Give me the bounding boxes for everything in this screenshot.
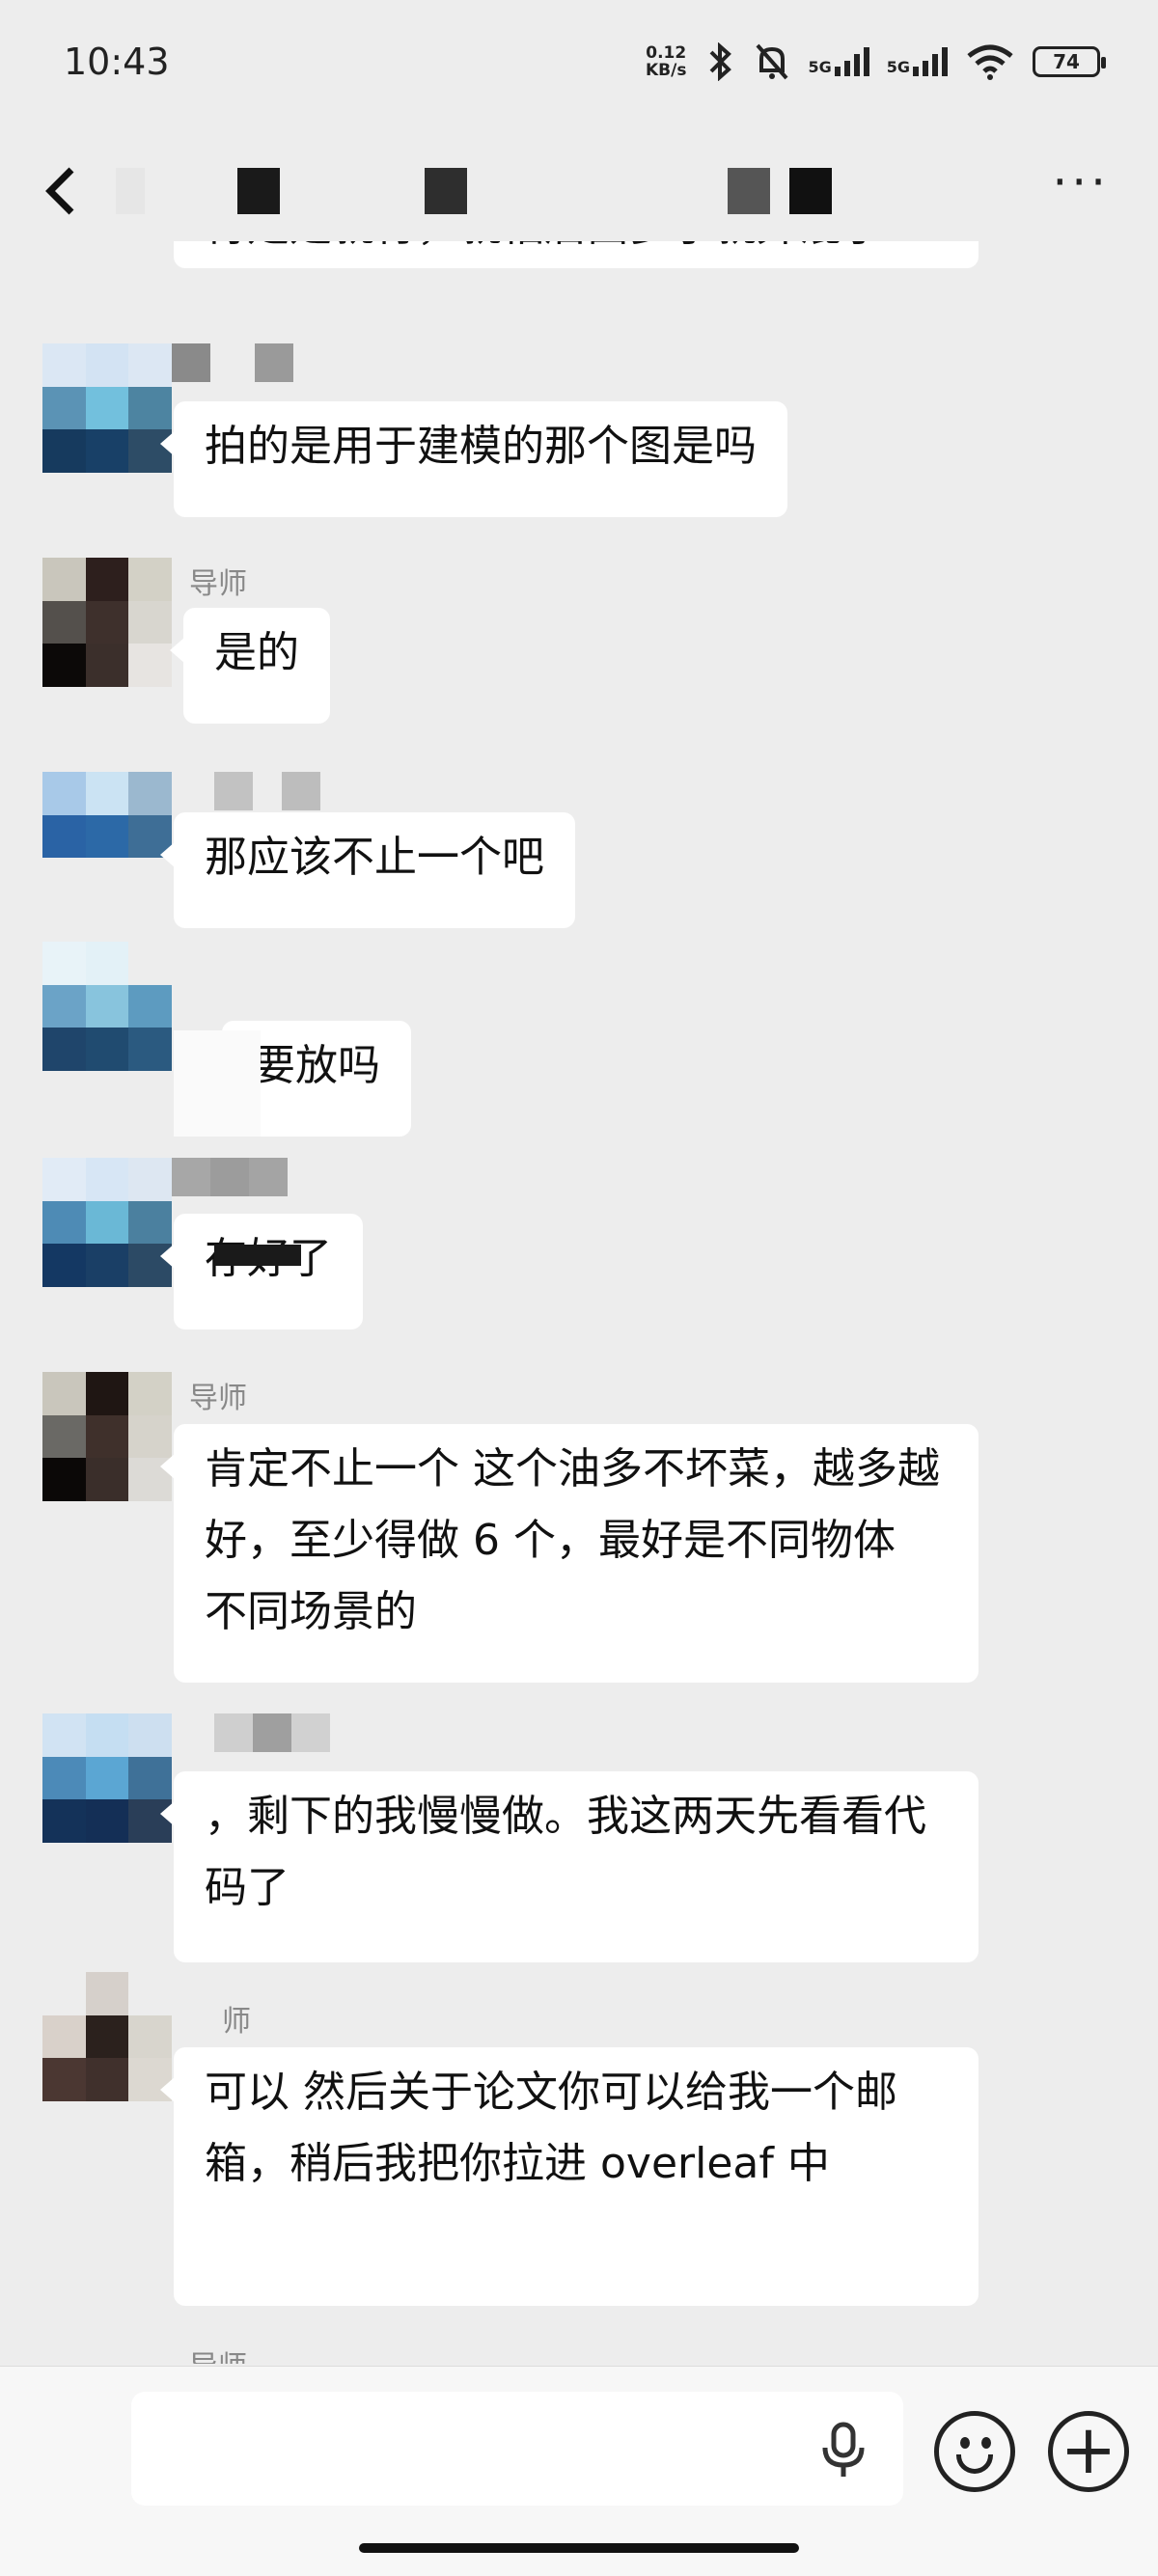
message-bubble[interactable]: ，剩下的我慢慢做。我这两天先看看代码了: [160, 1771, 979, 1962]
message-text: ，剩下的我慢慢做。我这两天先看看代码了: [205, 1792, 926, 1912]
net-speed-value: 0.12: [646, 43, 687, 63]
message-text: 可以 然后关于论文你可以给我一个邮箱，稍后我把你拉进 overleaf 中: [205, 2068, 897, 2188]
title-block: [280, 168, 425, 214]
net-speed: 0.12 KB/s: [646, 44, 686, 79]
avatar[interactable]: [42, 1372, 172, 1501]
chat-messages[interactable]: 肯定是就行，就怕后面多了就弄混了 拍的是用于建模的那个图是吗 导师 是的 那应该…: [0, 241, 1158, 2364]
bluetooth-icon: [710, 42, 732, 81]
avatar[interactable]: [42, 1972, 172, 2101]
avatar[interactable]: [42, 1713, 172, 1843]
pixelated-mask: [174, 1030, 261, 1137]
chat-header: ···: [0, 145, 1158, 241]
avatar[interactable]: [42, 1158, 172, 1287]
sender-name-pixelated: [214, 772, 320, 810]
signal-bars-icon: [834, 47, 869, 76]
sender-name: 导师: [189, 2343, 247, 2364]
signal-2-label: 5G: [886, 58, 910, 76]
emoji-icon[interactable]: [934, 2411, 1015, 2492]
title-block: [425, 168, 467, 214]
title-block: [789, 168, 832, 214]
message-bubble[interactable]: 是的: [170, 608, 330, 724]
sender-name: 导师: [189, 567, 247, 601]
chat-title-pixelated: [116, 168, 832, 214]
avatar[interactable]: [42, 772, 172, 901]
message-bubble[interactable]: 可以 然后关于论文你可以给我一个邮箱，稍后我把你拉进 overleaf 中: [160, 2047, 979, 2306]
signal-1: 5G: [808, 47, 869, 76]
battery-indicator: 74: [1033, 46, 1106, 77]
message-bubble[interactable]: 拍的是用于建模的那个图是吗: [160, 401, 787, 517]
home-indicator[interactable]: [359, 2543, 799, 2553]
back-arrow-icon: [45, 167, 74, 215]
net-speed-unit: KB/s: [646, 61, 687, 80]
title-block: [116, 168, 145, 214]
sender-name: 导师: [189, 1382, 247, 1415]
message-input[interactable]: [131, 2392, 903, 2506]
title-block: [237, 168, 280, 214]
message-bubble[interactable]: 肯定是就行，就怕后面多了就弄混了: [174, 241, 979, 268]
title-block: [770, 168, 789, 214]
title-block: [728, 168, 770, 214]
sender-name-pixelated: [172, 1158, 288, 1196]
avatar[interactable]: [42, 343, 172, 473]
message-text: 要放吗: [253, 1041, 380, 1090]
message-bubble[interactable]: 肯定不止一个 这个油多不坏菜，越多越好，至少得做 6 个，最好是不同物体 不同场…: [160, 1424, 979, 1683]
message-text: 拍的是用于建模的那个图是吗: [205, 422, 757, 471]
message-text: 肯定是就行，就怕后面多了就弄混了: [205, 241, 884, 251]
title-block: [145, 168, 174, 214]
mute-bell-icon: [756, 43, 788, 80]
message-text: 那应该不止一个吧: [205, 833, 544, 882]
avatar[interactable]: [42, 558, 172, 687]
sender-name-pixelated: [214, 1713, 330, 1752]
message-text: 是的: [214, 628, 299, 677]
signal-bars-icon: [913, 47, 948, 76]
plus-icon[interactable]: +: [1048, 2411, 1129, 2492]
avatar[interactable]: [42, 942, 172, 1071]
back-button[interactable]: [39, 162, 96, 220]
status-time: 10:43: [64, 41, 170, 83]
sender-name: 师: [222, 2005, 251, 2039]
status-icons: 0.12 KB/s 5G 5G 74: [646, 37, 1106, 87]
title-block: [174, 168, 237, 214]
sender-name-pixelated: [172, 343, 293, 382]
message-text: 肯定不止一个 这个油多不坏菜，越多越好，至少得做 6 个，最好是不同物体 不同场…: [205, 1444, 940, 1636]
wifi-icon: [967, 44, 1013, 80]
mic-icon[interactable]: [816, 2421, 870, 2479]
signal-2: 5G: [887, 47, 948, 76]
message-bubble[interactable]: 那应该不止一个吧: [160, 812, 575, 928]
status-bar: 10:43 0.12 KB/s 5G 5G 74: [0, 0, 1158, 125]
title-block: [467, 168, 728, 214]
signal-1-label: 5G: [808, 58, 832, 76]
message-bubble[interactable]: 存好了: [160, 1214, 363, 1329]
pixelated-mask: [214, 1245, 301, 1266]
more-options-button[interactable]: ···: [1052, 154, 1110, 210]
